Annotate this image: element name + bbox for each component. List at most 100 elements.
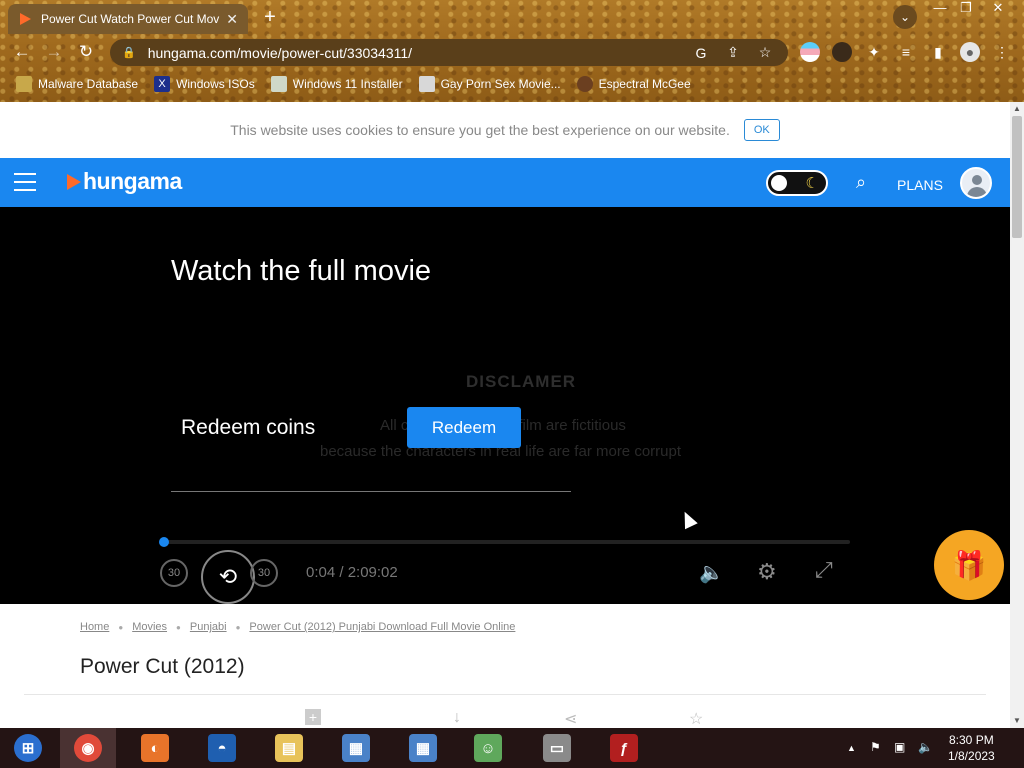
fullscreen-icon[interactable]: ⤢ — [815, 557, 833, 583]
tab-close-icon[interactable]: ✕ — [226, 11, 238, 28]
bookmark-label: Windows 11 Installer — [292, 77, 403, 91]
archive-icon: ▭ — [543, 734, 571, 762]
start-button-icon: ⊞ — [14, 734, 42, 762]
taskbar-chrome[interactable]: ◉ — [60, 728, 116, 768]
hamburger-menu-icon[interactable] — [14, 173, 36, 191]
breadcrumb-movies[interactable]: Movies — [132, 621, 167, 633]
bookmark-star-icon[interactable]: ☆ — [756, 44, 774, 61]
breadcrumb-punjabi[interactable]: Punjabi — [190, 621, 227, 633]
plans-link[interactable]: PLANS — [897, 177, 943, 193]
reading-list-icon[interactable]: ≡ — [896, 42, 916, 62]
video-player[interactable]: Watch the full movie DISCLAMER All chara… — [0, 207, 1010, 604]
profile-icon[interactable]: ● — [960, 42, 980, 62]
google-lens-icon[interactable]: G — [692, 45, 710, 61]
share-icon[interactable]: ⋖ — [564, 709, 577, 728]
divider — [171, 491, 571, 492]
avatar-extension-icon[interactable] — [832, 42, 852, 62]
new-tab-button[interactable]: + — [259, 6, 281, 28]
breadcrumb-current[interactable]: Power Cut (2012) Punjabi Download Full M… — [249, 621, 515, 633]
cookie-ok-button[interactable]: OK — [743, 119, 780, 141]
search-icon[interactable]: ⌕ — [856, 172, 866, 193]
side-panel-icon[interactable]: ▮ — [928, 42, 948, 62]
reload-button[interactable]: ↻ — [74, 40, 98, 64]
settings-gear-icon[interactable]: ⚙ — [757, 559, 777, 585]
progress-bar[interactable] — [159, 537, 850, 547]
volume-tray-icon[interactable]: 🔈 — [918, 740, 933, 754]
taskbar-obama[interactable]: ◓ — [194, 728, 250, 768]
dark-mode-toggle[interactable]: ☾ — [766, 170, 828, 196]
url-text[interactable]: hungama.com/movie/power-cut/33034311/ — [148, 45, 692, 61]
play-triangle-icon — [67, 173, 81, 190]
hungama-logo[interactable]: hungama — [67, 168, 182, 195]
gift-rewards-icon[interactable]: 🎁 — [934, 530, 1004, 600]
x-icon: X — [154, 76, 171, 92]
volume-icon[interactable]: 🔈 — [699, 560, 724, 585]
firefox-icon: ◐ — [141, 734, 169, 762]
site-header: hungama ☾ ⌕ PLANS — [0, 158, 1010, 207]
tab-search-button[interactable]: ⌄ — [893, 5, 917, 29]
share-icon[interactable]: ⇪ — [724, 44, 742, 61]
forward-button[interactable]: → — [42, 40, 66, 64]
forward-30-icon[interactable]: 30 — [250, 559, 278, 587]
bookmark-label: Espectral McGee — [598, 77, 691, 91]
minimize-button[interactable]: — — [926, 0, 954, 18]
clock-date: 1/8/2023 — [948, 749, 995, 763]
taskbar-network-setup[interactable]: ▦ — [328, 728, 384, 768]
bookmark-windows-isos[interactable]: X Windows ISOs — [154, 76, 255, 92]
image-icon — [270, 76, 287, 92]
bookmark-malware-database[interactable]: Malware Database — [16, 76, 138, 92]
page-scrollbar[interactable]: ▲ ▼ — [1010, 102, 1024, 728]
rate-star-icon[interactable]: ☆ — [689, 709, 703, 728]
messenger-icon: ☺ — [474, 734, 502, 762]
hungama-favicon — [20, 13, 31, 25]
network-setup-2-icon: ▦ — [409, 734, 437, 762]
bookmark-label: Malware Database — [38, 77, 139, 91]
scroll-down-arrow-icon[interactable]: ▼ — [1010, 714, 1024, 728]
taskbar-start-button[interactable]: ⊞ — [0, 728, 56, 768]
bookmark-gay-porn-sex-movie[interactable]: Gay Porn Sex Movie... — [418, 76, 561, 92]
restore-button[interactable]: ❐ — [952, 0, 980, 18]
network-setup-icon: ▦ — [342, 734, 370, 762]
back-button[interactable]: ← — [10, 40, 34, 64]
redeem-button[interactable]: Redeem — [407, 407, 521, 448]
pride-flag-extension-icon[interactable] — [800, 42, 820, 62]
lock-icon[interactable]: 🔒 — [122, 46, 136, 59]
folder-icon — [16, 76, 32, 92]
taskbar-network-setup-2[interactable]: ▦ — [395, 728, 451, 768]
bookmark-espectral-mcgee[interactable]: Espectral McGee — [576, 76, 691, 92]
taskbar-firefox[interactable]: ◐ — [127, 728, 183, 768]
disclaimer-title: DISCLAMER — [466, 372, 577, 391]
rewind-30-icon[interactable]: 30 — [160, 559, 188, 587]
download-icon[interactable]: ↓ — [453, 709, 461, 727]
scroll-up-arrow-icon[interactable]: ▲ — [1010, 102, 1024, 116]
chrome-menu-icon[interactable]: ⋮ — [992, 42, 1012, 62]
network-icon[interactable]: ▣ — [894, 740, 905, 754]
address-bar[interactable]: 🔒 hungama.com/movie/power-cut/33034311/ … — [110, 39, 788, 66]
page-title: Power Cut (2012) — [80, 655, 245, 678]
close-window-button[interactable]: ✕ — [984, 0, 1012, 18]
taskbar-messenger[interactable]: ☺ — [460, 728, 516, 768]
taskbar-flash-player[interactable]: ƒ — [596, 728, 652, 768]
tray-chevron-icon[interactable]: ▲ — [847, 743, 856, 753]
add-to-list-icon[interactable]: + — [305, 709, 321, 725]
user-avatar-icon[interactable] — [960, 167, 992, 199]
bookmark-label: Windows ISOs — [176, 77, 255, 91]
web-page: This website uses cookies to ensure you … — [0, 102, 1010, 728]
bookmarks-bar: Malware Database X Windows ISOs Windows … — [0, 72, 691, 96]
windows-taskbar: ⊞ ◉ ◐ ◓ ▤ ▦ ▦ ☺ ▭ ƒ ▲ ⚑ ▣ 🔈 8:30 PM 1/8/2023 — [0, 728, 1024, 768]
progress-handle[interactable] — [159, 537, 170, 547]
system-clock[interactable]: 8:30 PM 1/8/2023 — [948, 732, 995, 764]
extensions-icon[interactable]: ✦ — [864, 42, 884, 62]
flag-icon[interactable]: ⚑ — [870, 740, 881, 754]
bookmark-windows-11-installer[interactable]: Windows 11 Installer — [270, 76, 403, 92]
browser-tab[interactable]: Power Cut Watch Power Cut Movie ✕ — [8, 4, 248, 34]
taskbar-file-explorer[interactable]: ▤ — [261, 728, 317, 768]
taskbar-archive[interactable]: ▭ — [529, 728, 585, 768]
cookie-text: This website uses cookies to ensure you … — [230, 122, 730, 138]
file-explorer-icon: ▤ — [275, 734, 303, 762]
replay-one-icon[interactable]: ⟲ — [201, 550, 255, 604]
toggle-knob — [771, 175, 787, 191]
scrollbar-thumb[interactable] — [1012, 116, 1022, 238]
playback-time: 0:04 / 2:09:02 — [306, 564, 398, 581]
breadcrumb-home[interactable]: Home — [80, 621, 109, 633]
